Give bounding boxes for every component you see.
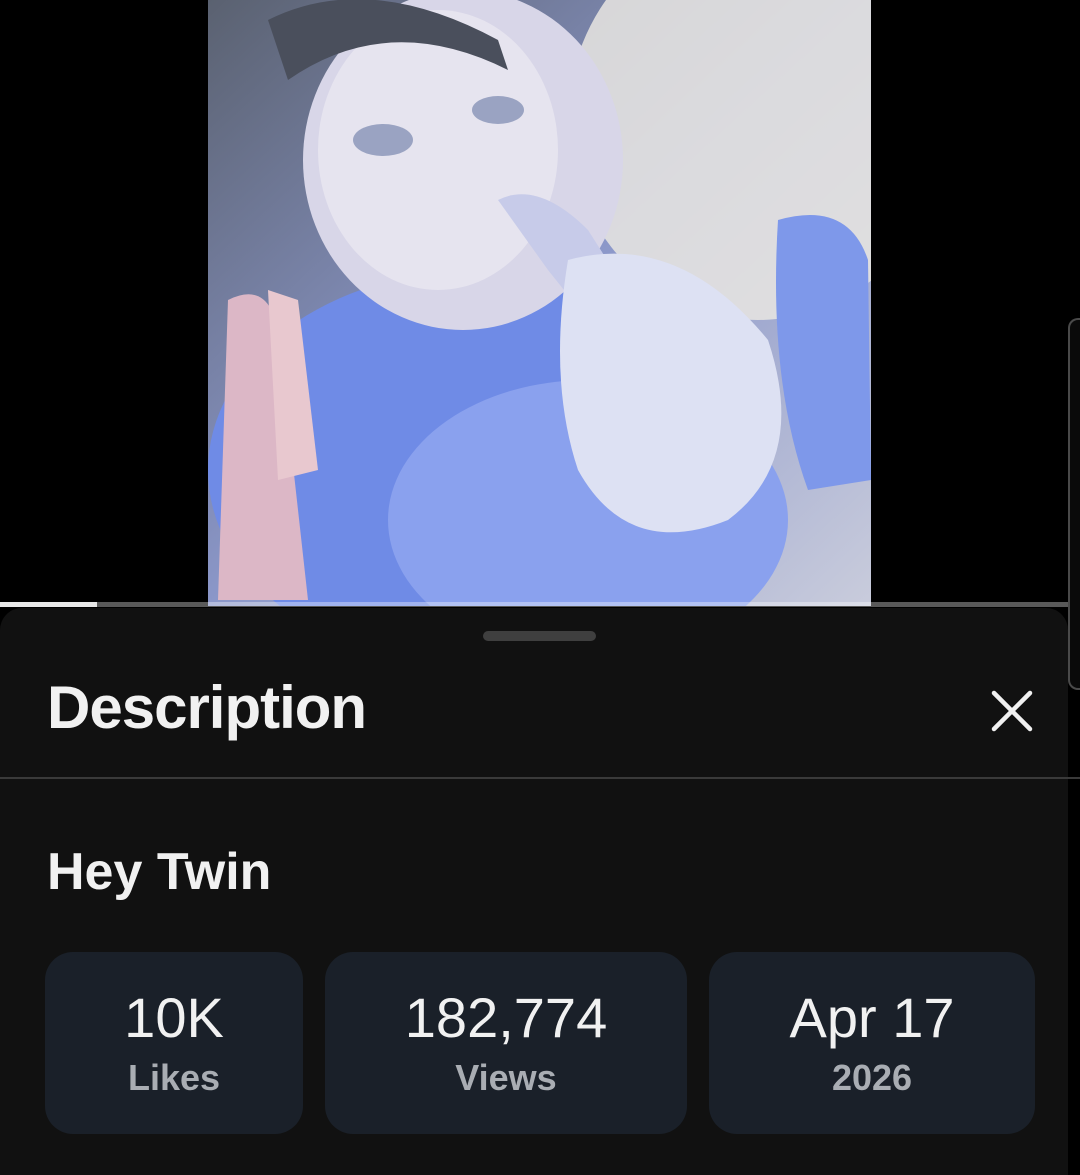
video-player[interactable] xyxy=(0,0,1080,607)
close-button[interactable] xyxy=(982,681,1042,741)
sheet-divider xyxy=(0,777,1080,779)
date-stat: Apr 17 2026 xyxy=(709,952,1035,1134)
close-icon xyxy=(991,690,1033,732)
description-sheet: Description Hey Twin 10K Likes 182,774 V… xyxy=(0,608,1080,1175)
video-title: Hey Twin xyxy=(47,843,272,901)
progress-bar[interactable] xyxy=(0,602,1080,607)
screen: Description Hey Twin 10K Likes 182,774 V… xyxy=(0,0,1080,1175)
likes-count: 10K xyxy=(124,986,224,1049)
sheet-title: Description xyxy=(47,674,367,741)
sheet-drag-handle[interactable] xyxy=(483,631,596,641)
scroll-edge-handle[interactable] xyxy=(1068,318,1080,690)
video-frame[interactable] xyxy=(208,0,871,606)
publish-year: 2026 xyxy=(831,1057,913,1098)
views-count: 182,774 xyxy=(404,986,608,1049)
video-frame-image xyxy=(208,0,871,606)
progress-bar-fill xyxy=(0,602,98,607)
likes-stat: 10K Likes xyxy=(45,952,303,1134)
views-stat: 182,774 Views xyxy=(325,952,687,1134)
publish-date: Apr 17 xyxy=(789,986,955,1049)
likes-label: Likes xyxy=(127,1057,221,1098)
views-label: Views xyxy=(455,1057,557,1098)
